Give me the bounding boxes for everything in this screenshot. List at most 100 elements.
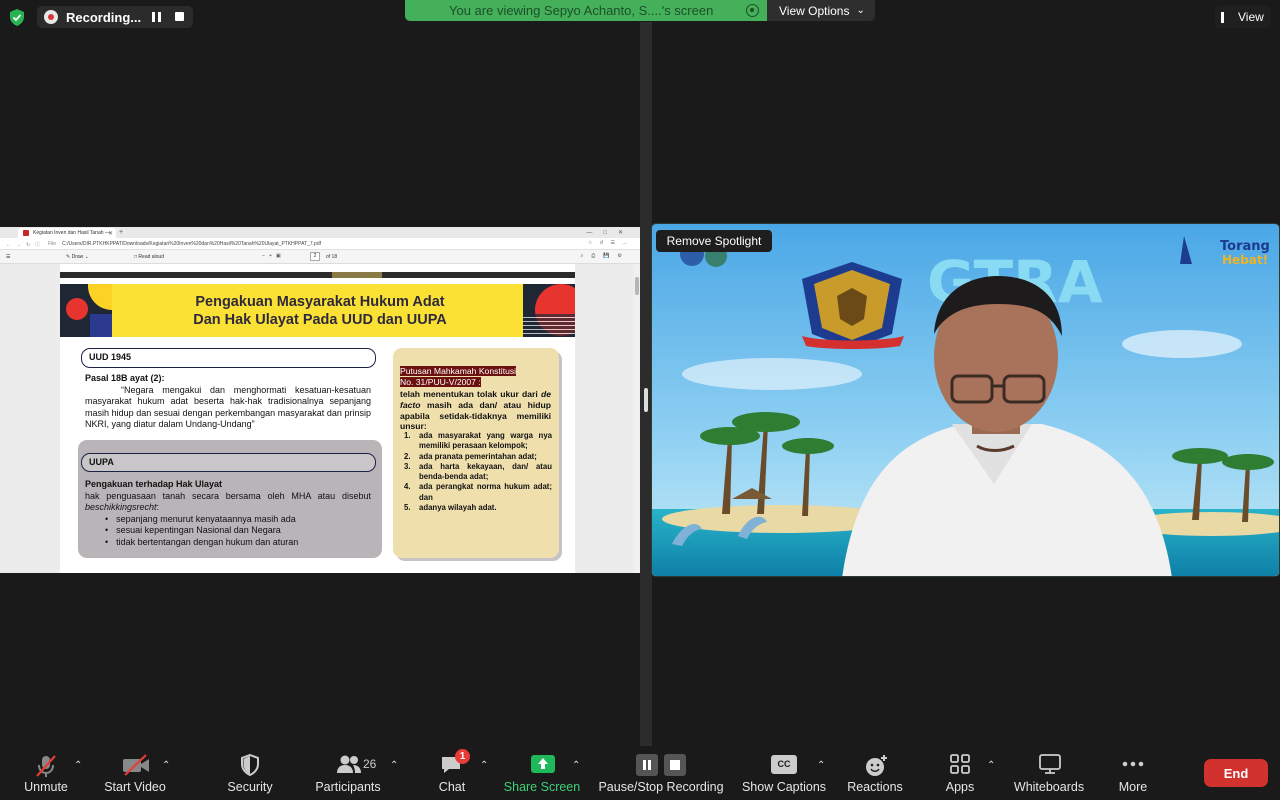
share-screen-button[interactable]: Share Screen (504, 746, 580, 800)
screen-share-status-icon (746, 4, 759, 17)
shared-screen: Kegiatan Inven dan Hasil Tanah — ✕ + —□✕… (0, 227, 640, 573)
divider-grip-handle[interactable] (644, 388, 648, 412)
more-button[interactable]: More (1110, 746, 1156, 800)
pause-stop-recording-icon (636, 754, 686, 776)
view-options-button[interactable]: View Options ⌄ (767, 0, 875, 21)
zoom-controls[interactable]: – + ▣ (262, 253, 281, 259)
apps-options-chevron-icon[interactable]: ⌃ (987, 760, 995, 771)
pdf-right-tools[interactable]: ⌕⎙💾⚙ (580, 253, 630, 259)
previous-slide-edge (60, 264, 575, 278)
url-field[interactable]: File C:/Users/DIR.PTKHKPPAT/Downloads/Keg… (48, 241, 578, 247)
browser-address-bar: ←→↻ⓘ File C:/Users/DIR.PTKHKPPAT/Download… (0, 238, 640, 250)
pdf-toolbar: ☰ ✎ Draw ⌄ □ Read aloud – + ▣ 2 of 18 ⌕⎙… (0, 250, 640, 264)
chat-button[interactable]: 1 Chat (430, 746, 474, 800)
participants-options-chevron-icon[interactable]: ⌃ (390, 760, 398, 771)
unmute-button[interactable]: Unmute (16, 746, 76, 800)
mk-body-text-a: telah menentukan tolak ukur dari (400, 389, 541, 399)
pdf-contents-icon[interactable]: ☰ (6, 254, 10, 260)
whiteboard-icon (1039, 754, 1061, 774)
uud-heading: Pasal 18B ayat (2): (85, 373, 165, 383)
list-item: sesuai kepentingan Nasional dan Negara (105, 525, 371, 537)
recording-indicator[interactable]: Recording... (37, 6, 193, 28)
shield-check-icon[interactable] (9, 9, 25, 26)
browser-tab-title: Kegiatan Inven dan Hasil Tanah — (33, 230, 110, 236)
mk-title-line-1: Putusan Mahkamah Konstitusi (400, 366, 517, 376)
recording-label: Recording... (66, 9, 142, 25)
start-video-button[interactable]: Start Video (100, 746, 170, 800)
whiteboards-button[interactable]: Whiteboards (1012, 746, 1086, 800)
mk-decision-body: telah menentukan tolak ukur dari de fact… (400, 389, 551, 432)
list-item: 3. ada harta kekayaan, dan/ atau benda-be… (404, 462, 552, 483)
decorative-shapes-right (523, 284, 575, 337)
viewing-screen-text: You are viewing Sepyo Achanto, S....'s s… (449, 3, 714, 18)
close-tab-icon[interactable]: ✕ (108, 230, 113, 237)
url-prefix: File (48, 241, 57, 247)
slide-title: Pengakuan Masyarakat Hukum Adat Dan Hak … (120, 293, 520, 329)
banner-slogan-1: Torang (1220, 239, 1270, 254)
browser-tab[interactable]: Kegiatan Inven dan Hasil Tanah — (18, 228, 116, 238)
reactions-emoji-icon (866, 755, 887, 776)
list-text: ada pranata pemerintahan adat; (419, 451, 537, 461)
list-number: 2. (404, 451, 411, 461)
browser-nav-icons[interactable]: ←→↻ⓘ (6, 241, 45, 248)
stop-recording-icon[interactable] (175, 12, 184, 21)
slide-title-band: Pengakuan Masyarakat Hukum Adat Dan Hak … (60, 284, 575, 337)
window-controls[interactable]: —□✕ (586, 229, 634, 236)
list-number: 1. (404, 431, 411, 440)
captions-options-chevron-icon[interactable]: ⌃ (817, 760, 825, 771)
url-text: C:/Users/DIR.PTKHKPPAT/Downloads/Kegiata… (62, 241, 321, 247)
show-captions-button[interactable]: CC Show Captions (742, 746, 826, 800)
pdf-viewer: Pengakuan Masyarakat Hukum Adat Dan Hak … (0, 264, 640, 573)
pause-stop-recording-label: Pause/Stop Recording (598, 780, 724, 794)
list-item: 5. adanya wilayah adat. (404, 503, 552, 513)
chat-options-chevron-icon[interactable]: ⌃ (480, 760, 488, 771)
view-button[interactable]: View (1215, 6, 1271, 28)
slide-title-line-2: Dan Hak Ulayat Pada UUD dan UUPA (193, 312, 447, 328)
participants-label: Participants (315, 780, 381, 794)
reactions-button[interactable]: Reactions (845, 746, 905, 800)
pdf-scrollbar[interactable] (634, 264, 640, 573)
participants-icon (337, 755, 361, 773)
browser-action-icons[interactable]: ☆↺☰… (588, 240, 634, 246)
participants-count: 26 (363, 757, 377, 771)
apps-grid-icon (950, 754, 970, 774)
chat-label: Chat (438, 780, 466, 794)
muted-microphone-icon (36, 755, 56, 777)
chat-unread-badge: 1 (455, 749, 470, 764)
scrollbar-thumb[interactable] (635, 277, 639, 295)
more-label: More (1118, 780, 1148, 794)
mk-body-text-b: masih ada dan/ atau hidup apabila setida… (400, 399, 551, 432)
spotlight-video[interactable]: GTRA Torang Hebat! (651, 223, 1280, 577)
page-number-input[interactable]: 2 (310, 252, 320, 261)
list-item: tidak bertentangan dengan hukum dan atur… (105, 537, 371, 549)
record-dot-icon (44, 10, 58, 24)
share-options-chevron-icon[interactable]: ⌃ (572, 760, 580, 771)
pause-recording-icon[interactable] (152, 12, 161, 22)
apps-button[interactable]: Apps (940, 746, 980, 800)
pause-stop-recording-button[interactable]: Pause/Stop Recording (598, 746, 724, 800)
list-item: 4. ada perangkat norma hukum adat; dan (404, 482, 552, 503)
audio-options-chevron-icon[interactable]: ⌃ (74, 760, 82, 771)
pdf-file-icon (23, 230, 29, 236)
apps-label: Apps (945, 780, 975, 794)
list-text: adanya wilayah adat. (419, 503, 497, 513)
remove-spotlight-button[interactable]: Remove Spotlight (656, 230, 772, 252)
view-label: View (1238, 10, 1264, 24)
video-options-chevron-icon[interactable]: ⌃ (162, 760, 170, 771)
meeting-toolbar: Unmute ⌃ Start Video ⌃ Security 26 Parti… (0, 746, 1280, 800)
browser-tab-strip: Kegiatan Inven dan Hasil Tanah — ✕ + —□✕ (0, 227, 640, 238)
security-button[interactable]: Security (220, 746, 280, 800)
new-tab-icon[interactable]: + (119, 229, 123, 236)
mk-title-line-2: No. 31/PUU-V/2007 : (400, 377, 481, 387)
read-aloud-button[interactable]: □ Read aloud (134, 254, 164, 260)
uupa-paragraph: hak penguasaan tanah secara bersama oleh… (85, 491, 371, 514)
participants-button[interactable]: 26 Participants (313, 746, 383, 800)
pdf-draw-button[interactable]: ✎ Draw ⌄ (66, 254, 89, 260)
uud-1945-label: UUD 1945 (81, 348, 376, 368)
uupa-content: Pengakuan terhadap Hak Ulayat hak pengua… (85, 479, 371, 548)
gallery-view-icon (1221, 11, 1231, 23)
list-text: ada harta kekayaan, dan/ atau benda-bend… (419, 461, 552, 482)
uud-1945-content: Pasal 18B ayat (2): “Negara mengakui dan… (85, 373, 371, 431)
end-meeting-button[interactable]: End (1204, 759, 1268, 787)
more-ellipsis-icon (1122, 761, 1144, 767)
